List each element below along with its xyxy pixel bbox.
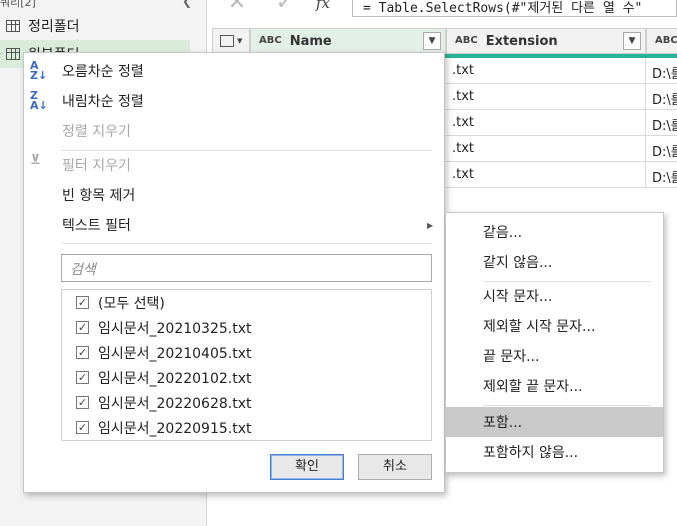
queries-header[interactable]: 쿼리[2] ❮ [0, 0, 200, 9]
table-cell[interactable]: D:\를 [646, 110, 677, 136]
menu-item-label: 빈 항목 제거 [62, 188, 136, 204]
menu-divider [483, 405, 651, 406]
submenu-item-label: 같음... [483, 225, 523, 241]
checkbox[interactable]: ✓ [76, 296, 89, 309]
submenu-item-equals[interactable]: 같음... [446, 217, 663, 247]
column-filter-menu: A Z↓ 오름차순 정렬 Z A↓ 내림차순 정렬 정렬 지우기 ⊻ 필터 지우기 … [23, 52, 445, 493]
cancel-button[interactable]: 취소 [358, 454, 432, 480]
submenu-item-not-begins-with[interactable]: 제외할 시작 문자... [446, 311, 663, 341]
list-item-label: 임시문서_20220915.txt [98, 420, 252, 437]
list-item[interactable]: ✓ 임시문서_20210405.txt [62, 340, 422, 365]
table-cell[interactable]: .txt [446, 136, 646, 162]
menu-item-label: 정렬 지우기 [62, 124, 131, 140]
submenu-item-label: 제외할 시작 문자... [483, 319, 596, 335]
text-type-icon[interactable]: ABC [655, 36, 677, 46]
menu-divider [61, 243, 432, 244]
table-cell[interactable]: D:\를 [646, 58, 677, 84]
list-item-label: 임시문서_20210405.txt [98, 345, 252, 362]
text-type-icon[interactable]: ABC [259, 36, 282, 46]
submenu-item-label: 시작 문자... [483, 289, 553, 305]
menu-item-label: 내림차순 정렬 [62, 94, 144, 110]
formula-bar: ✕ ✓ fx = Table.SelectRows(#"제거된 다른 열 수" [212, 0, 677, 20]
menu-item-label: 필터 지우기 [62, 158, 131, 174]
commit-formula-icon[interactable]: ✓ [270, 0, 300, 18]
menu-item-label: 오름차순 정렬 [62, 64, 144, 80]
submenu-item-not-ends-with[interactable]: 제외할 끝 문자... [446, 371, 663, 401]
table-icon [6, 20, 20, 32]
checkbox[interactable]: ✓ [76, 396, 89, 409]
list-item-label: 임시문서_20210325.txt [98, 320, 252, 337]
list-item-label: (모두 선택) [98, 295, 165, 312]
cancel-formula-icon[interactable]: ✕ [222, 0, 252, 18]
list-item[interactable]: ✓ (모두 선택) [62, 290, 422, 315]
text-filter-item[interactable]: 텍스트 필터 ▶ [24, 211, 444, 239]
column-header-name[interactable]: ABC Name ▼ [250, 28, 446, 54]
checkbox[interactable]: ✓ [76, 421, 89, 434]
clear-filter-item[interactable]: ⊻ 필터 지우기 [24, 151, 444, 179]
submenu-item-contains[interactable]: 포함... [446, 407, 663, 437]
submenu-item-label: 포함하지 않음... [483, 445, 579, 461]
fx-icon[interactable]: fx [316, 0, 330, 12]
queries-header-label: 쿼리[2] [0, 0, 36, 9]
value-checklist: ✓ (모두 선택) ✓ 임시문서_20210325.txt ✓ 임시문서_202… [61, 289, 432, 441]
table-cell[interactable]: .txt [446, 162, 646, 188]
chevron-down-icon: ▼ [237, 37, 243, 45]
submenu-item-label: 끝 문자... [483, 349, 540, 365]
sort-descending-icon: Z A↓ [30, 89, 48, 112]
table-menu-corner[interactable]: ▼ [212, 28, 250, 54]
list-item[interactable]: ✓ 임시문서_20220915.txt [62, 415, 422, 440]
text-type-icon[interactable]: ABC [455, 36, 478, 46]
ok-button[interactable]: 확인 [270, 454, 344, 480]
column-header-label: Name [289, 33, 332, 49]
query-item-label: 정리폴더 [28, 19, 80, 35]
chevron-right-icon: ▶ [427, 220, 434, 230]
table-cell[interactable]: .txt [446, 84, 646, 110]
menu-item-label: 텍스트 필터 [62, 218, 131, 234]
submenu-item-ends-with[interactable]: 끝 문자... [446, 341, 663, 371]
column-header-extension[interactable]: ABC Extension ▼ [446, 28, 646, 54]
sort-descending-item[interactable]: Z A↓ 내림차순 정렬 [24, 87, 444, 115]
sort-ascending-item[interactable]: A Z↓ 오름차순 정렬 [24, 57, 444, 85]
checkbox[interactable]: ✓ [76, 346, 89, 359]
table-cell[interactable]: D:\를 [646, 162, 677, 188]
table-cell[interactable]: D:\를 [646, 136, 677, 162]
list-item[interactable]: ✓ 임시문서_20220628.txt [62, 390, 422, 415]
submenu-item-begins-with[interactable]: 시작 문자... [446, 281, 663, 311]
submenu-item-label: 같지 않음... [483, 255, 553, 271]
clear-sort-item[interactable]: 정렬 지우기 [24, 117, 444, 145]
search-input[interactable]: 검색 [61, 254, 432, 282]
submenu-item-label: 포함... [483, 415, 523, 431]
list-item-label: 임시문서_20220628.txt [98, 395, 252, 412]
table-menu-icon[interactable] [220, 35, 234, 47]
clear-filter-icon: ⊻ [30, 153, 41, 168]
formula-input[interactable]: = Table.SelectRows(#"제거된 다른 열 수" [352, 0, 677, 17]
collapse-chevron-icon[interactable]: ❮ [182, 0, 194, 8]
column-header-folder[interactable]: ABC [646, 28, 677, 54]
table-cell[interactable]: D:\를 [646, 84, 677, 110]
column-header-label: Extension [485, 33, 558, 49]
submenu-item-label: 제외할 끝 문자... [483, 379, 583, 395]
list-item[interactable]: ✓ 임시문서_20220102.txt [62, 365, 422, 390]
list-item-label: 임시문서_20220102.txt [98, 370, 252, 387]
text-filter-submenu: 같음... 같지 않음... 시작 문자... 제외할 시작 문자... 끝 문… [445, 212, 664, 473]
submenu-item-not-contains[interactable]: 포함하지 않음... [446, 437, 663, 467]
checkbox[interactable]: ✓ [76, 371, 89, 384]
table-cell[interactable]: .txt [446, 58, 646, 84]
sort-ascending-icon: A Z↓ [30, 59, 48, 82]
table-cell[interactable]: .txt [446, 110, 646, 136]
table-icon [6, 48, 20, 60]
query-item-jeongri[interactable]: 정리폴더 [0, 12, 190, 40]
submenu-item-not-equals[interactable]: 같지 않음... [446, 247, 663, 277]
list-item[interactable]: ✓ 임시문서_20210325.txt [62, 315, 422, 340]
remove-empty-item[interactable]: 빈 항목 제거 [24, 181, 444, 209]
filter-dropdown-button[interactable]: ▼ [423, 32, 441, 50]
filter-applied-icon[interactable]: ▼ [623, 32, 641, 50]
checkbox[interactable]: ✓ [76, 321, 89, 334]
